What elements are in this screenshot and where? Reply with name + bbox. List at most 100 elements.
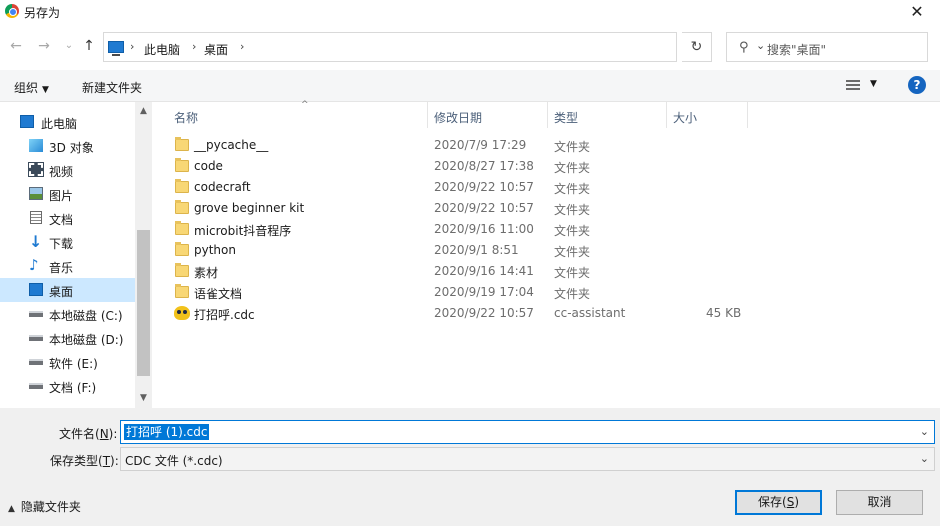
document-icon bbox=[30, 211, 42, 224]
file-type: 文件夹 bbox=[554, 140, 591, 154]
up-button[interactable]: ↑ bbox=[80, 37, 98, 55]
sidebar-item-3d-objects[interactable]: 3D 对象 bbox=[0, 134, 135, 158]
file-row[interactable]: code 2020/8/27 17:38 文件夹 bbox=[158, 156, 758, 177]
sidebar-item-label: 视频 bbox=[49, 165, 74, 179]
file-name: 素材 bbox=[194, 266, 219, 280]
chevron-right-icon[interactable]: › bbox=[240, 40, 244, 53]
scroll-up-icon[interactable]: ▲ bbox=[135, 103, 152, 120]
file-date: 2020/7/9 17:29 bbox=[434, 138, 527, 152]
file-row[interactable]: python 2020/9/1 8:51 文件夹 bbox=[158, 240, 758, 261]
sidebar-item-drive-d[interactable]: 本地磁盘 (D:) bbox=[0, 326, 135, 350]
column-label: 修改日期 bbox=[434, 111, 483, 125]
column-header-name[interactable]: 名称 ^ bbox=[168, 100, 428, 128]
sidebar-item-label: 图片 bbox=[49, 189, 74, 203]
recent-locations-button[interactable]: ⌄ bbox=[60, 37, 78, 55]
filename-label: 文件名(N): bbox=[59, 427, 118, 441]
address-bar[interactable]: › 此电脑 › 桌面 › ⌄ bbox=[103, 32, 765, 62]
file-row[interactable]: 打招呼.cdc 2020/9/22 10:57 cc-assistant 45 … bbox=[158, 303, 758, 324]
column-header-type[interactable]: 类型 bbox=[548, 102, 667, 128]
sidebar-item-drive-f[interactable]: 文档 (F:) bbox=[0, 374, 135, 398]
file-row[interactable]: 素材 2020/9/16 14:41 文件夹 bbox=[158, 261, 758, 282]
file-date: 2020/9/22 10:57 bbox=[434, 306, 534, 320]
hide-folders-toggle[interactable]: ▲ 隐藏文件夹 bbox=[8, 498, 81, 515]
save-button[interactable]: 保存(S) bbox=[735, 490, 822, 515]
sidebar-item-label: 本地磁盘 (D:) bbox=[49, 333, 124, 347]
sidebar-item-videos[interactable]: 视频 bbox=[0, 158, 135, 182]
chevron-down-icon[interactable]: ⌄ bbox=[920, 452, 929, 465]
chevron-down-icon[interactable]: ⌄ bbox=[920, 425, 929, 438]
file-type: 文件夹 bbox=[554, 224, 591, 238]
column-header-size[interactable]: 大小 bbox=[667, 102, 748, 128]
sidebar-item-documents[interactable]: 文档 bbox=[0, 206, 135, 230]
filename-value[interactable]: 打招呼 (1).cdc bbox=[124, 424, 210, 440]
chevron-up-icon: ▲ bbox=[8, 504, 15, 514]
navigation-row: ← → ⌄ ↑ › 此电脑 › 桌面 › ⌄ ↻ ⚲ 搜索"桌面" bbox=[0, 30, 940, 64]
file-row[interactable]: grove beginner kit 2020/9/22 10:57 文件夹 bbox=[158, 198, 758, 219]
drive-icon bbox=[29, 335, 43, 341]
back-button[interactable]: ← bbox=[7, 37, 25, 55]
file-row[interactable]: codecraft 2020/9/22 10:57 文件夹 bbox=[158, 177, 758, 198]
folder-icon bbox=[175, 200, 189, 214]
folder-icon bbox=[175, 242, 189, 256]
new-folder-button[interactable]: 新建文件夹 bbox=[82, 79, 142, 96]
filename-input[interactable]: 打招呼 (1).cdc ⌄ bbox=[120, 420, 935, 444]
file-type: 文件夹 bbox=[554, 266, 591, 280]
sidebar-item-label: 下载 bbox=[49, 237, 74, 251]
file-date: 2020/9/19 17:04 bbox=[434, 285, 534, 299]
organize-label: 组织 bbox=[14, 81, 39, 95]
close-button[interactable]: ✕ bbox=[894, 0, 940, 24]
filetype-label: 保存类型(T): bbox=[50, 454, 119, 468]
file-date: 2020/9/22 10:57 bbox=[434, 180, 534, 194]
file-name: grove beginner kit bbox=[194, 201, 305, 215]
sidebar-item-desktop[interactable]: 桌面 bbox=[0, 278, 135, 302]
file-date: 2020/8/27 17:38 bbox=[434, 159, 534, 173]
file-date: 2020/9/16 11:00 bbox=[434, 222, 534, 236]
file-type: 文件夹 bbox=[554, 287, 591, 301]
file-type: 文件夹 bbox=[554, 203, 591, 217]
file-row[interactable]: __pycache__ 2020/7/9 17:29 文件夹 bbox=[158, 135, 758, 156]
search-input[interactable]: ⚲ 搜索"桌面" bbox=[726, 32, 928, 62]
save-options-panel: 文件名(N): 打招呼 (1).cdc ⌄ 保存类型(T): CDC 文件 (*… bbox=[0, 408, 940, 526]
sidebar-item-label: 本地磁盘 (C:) bbox=[49, 309, 123, 323]
folder-icon bbox=[175, 158, 189, 172]
file-type: cc-assistant bbox=[554, 306, 626, 320]
window-title: 另存为 bbox=[24, 6, 61, 20]
forward-button[interactable]: → bbox=[35, 37, 53, 55]
view-options-icon[interactable] bbox=[846, 80, 860, 91]
cube-icon bbox=[29, 139, 43, 152]
sidebar-item-music[interactable]: ♪ 音乐 bbox=[0, 254, 135, 278]
scrollbar-thumb[interactable] bbox=[137, 230, 150, 376]
cancel-button[interactable]: 取消 bbox=[836, 490, 923, 515]
music-icon: ♪ bbox=[29, 256, 39, 274]
file-type: 文件夹 bbox=[554, 182, 591, 196]
help-icon[interactable]: ? bbox=[908, 76, 926, 94]
caret-down-icon[interactable]: ▼ bbox=[870, 79, 877, 89]
search-icon: ⚲ bbox=[739, 40, 749, 55]
scroll-down-icon[interactable]: ▼ bbox=[135, 390, 152, 407]
sidebar-item-this-pc[interactable]: 此电脑 bbox=[0, 110, 135, 134]
breadcrumb-this-pc[interactable]: 此电脑 bbox=[144, 41, 180, 58]
chevron-right-icon[interactable]: › bbox=[192, 40, 196, 53]
caret-down-icon: ▼ bbox=[42, 85, 49, 95]
file-name: codecraft bbox=[194, 180, 251, 194]
sidebar-scrollbar[interactable]: ▲ ▼ bbox=[135, 102, 152, 408]
column-header-date[interactable]: 修改日期 bbox=[428, 102, 548, 128]
sidebar-item-pictures[interactable]: 图片 bbox=[0, 182, 135, 206]
sidebar-item-drive-c[interactable]: 本地磁盘 (C:) bbox=[0, 302, 135, 326]
chevron-right-icon[interactable]: › bbox=[130, 40, 134, 53]
file-name: code bbox=[194, 159, 223, 173]
video-icon bbox=[28, 162, 44, 177]
sidebar-item-label: 软件 (E:) bbox=[49, 357, 98, 371]
file-row[interactable]: microbit抖音程序 2020/9/16 11:00 文件夹 bbox=[158, 219, 758, 240]
chrome-icon bbox=[5, 4, 19, 18]
breadcrumb-desktop[interactable]: 桌面 bbox=[204, 41, 228, 58]
download-icon: ↓ bbox=[29, 232, 43, 251]
organize-menu[interactable]: 组织 ▼ bbox=[14, 79, 49, 96]
drive-icon bbox=[29, 359, 43, 365]
column-label: 类型 bbox=[554, 111, 579, 125]
file-row[interactable]: 语雀文档 2020/9/19 17:04 文件夹 bbox=[158, 282, 758, 303]
sidebar-item-drive-e[interactable]: 软件 (E:) bbox=[0, 350, 135, 374]
refresh-button[interactable]: ↻ bbox=[682, 32, 712, 62]
sidebar-item-downloads[interactable]: ↓ 下载 bbox=[0, 230, 135, 254]
filetype-select[interactable]: CDC 文件 (*.cdc) ⌄ bbox=[120, 447, 935, 471]
